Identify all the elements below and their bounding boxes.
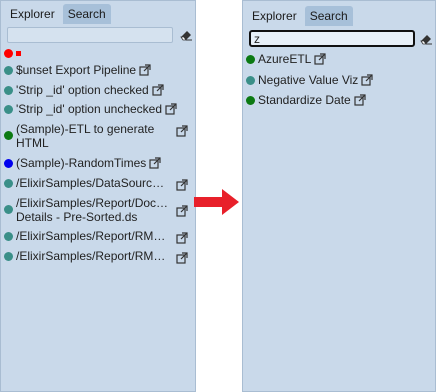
- status-dot: [4, 105, 13, 114]
- right-arrow-icon: [194, 189, 239, 215]
- list-item[interactable]: 'Strip _id' option checked: [1, 82, 195, 101]
- search-input[interactable]: [7, 27, 173, 43]
- item-label-wrap: /ElixirSamples/Report/Doc… Details - Pre…: [16, 196, 168, 224]
- search-input[interactable]: [249, 30, 415, 47]
- status-dot: [4, 205, 13, 214]
- list-item[interactable]: 'Strip _id' option unchecked: [1, 101, 195, 121]
- external-link-icon[interactable]: [361, 74, 373, 86]
- tab-explorer[interactable]: Explorer: [247, 6, 302, 26]
- list-item[interactable]: /ElixirSamples/Report/RML…: [1, 248, 195, 268]
- item-label[interactable]: /ElixirSamples/Report/RML…: [16, 228, 172, 244]
- item-label[interactable]: Negative Value Viz: [258, 72, 358, 88]
- external-link-icon[interactable]: [176, 125, 188, 137]
- list-item[interactable]: /ElixirSamples/Report/Doc… Details - Pre…: [1, 195, 195, 228]
- item-label[interactable]: (Sample)-RandomTimes: [16, 155, 146, 171]
- list-item[interactable]: (Sample)-ETL to generate HTML: [1, 121, 195, 155]
- external-link-icon[interactable]: [139, 64, 151, 76]
- top-status-row: [1, 48, 195, 62]
- status-dot: [246, 76, 255, 85]
- tab-search[interactable]: Search: [304, 6, 353, 26]
- external-link-icon[interactable]: [165, 103, 177, 115]
- list-item[interactable]: Standardize Date: [243, 92, 435, 112]
- list-item[interactable]: /ElixirSamples/DataSource…: [1, 175, 195, 195]
- status-dot: [246, 96, 255, 105]
- search-row: [243, 26, 435, 51]
- tab-search[interactable]: Search: [62, 4, 111, 24]
- item-label-wrap: (Sample)-ETL to generate HTML: [16, 122, 154, 150]
- eraser-icon[interactable]: [179, 28, 193, 42]
- external-link-icon[interactable]: [176, 205, 188, 217]
- item-label[interactable]: /ElixirSamples/DataSource…: [16, 175, 168, 191]
- tab-bar: Explorer Search: [1, 1, 195, 24]
- status-dot: [4, 66, 13, 75]
- item-label-continued[interactable]: HTML: [16, 136, 154, 150]
- left-search-panel: Explorer Search $unset Export Pipeline '…: [0, 0, 196, 392]
- external-link-icon[interactable]: [176, 232, 188, 244]
- item-label[interactable]: AzureETL: [258, 51, 311, 67]
- status-dot: [4, 49, 13, 58]
- external-link-icon[interactable]: [176, 179, 188, 191]
- status-dot: [4, 252, 13, 261]
- status-dot: [246, 55, 255, 64]
- right-search-panel: Explorer Search AzureETL Negative Value …: [242, 0, 436, 392]
- status-dot: [4, 86, 13, 95]
- item-label[interactable]: 'Strip _id' option checked: [16, 82, 149, 98]
- status-dot: [4, 232, 13, 241]
- external-link-icon[interactable]: [314, 53, 326, 65]
- list-item[interactable]: $unset Export Pipeline: [1, 62, 195, 82]
- item-label[interactable]: 'Strip _id' option unchecked: [16, 101, 162, 117]
- eraser-icon[interactable]: [419, 32, 433, 46]
- status-dot: [4, 159, 13, 168]
- status-square: [16, 51, 21, 56]
- external-link-icon[interactable]: [152, 84, 164, 96]
- item-label[interactable]: Standardize Date: [258, 92, 351, 108]
- result-list: AzureETL Negative Value Viz Standardize …: [243, 51, 435, 112]
- item-label[interactable]: /ElixirSamples/Report/Doc…: [16, 196, 168, 210]
- item-label[interactable]: /ElixirSamples/Report/RML…: [16, 248, 172, 264]
- tab-bar: Explorer Search: [243, 1, 435, 26]
- item-label-continued[interactable]: Details - Pre-Sorted.ds: [16, 210, 168, 224]
- list-item[interactable]: /ElixirSamples/Report/RML…: [1, 228, 195, 248]
- external-link-icon[interactable]: [354, 94, 366, 106]
- search-row: [1, 24, 195, 48]
- list-item[interactable]: AzureETL: [243, 51, 435, 72]
- list-item[interactable]: Negative Value Viz: [243, 72, 435, 92]
- external-link-icon[interactable]: [176, 252, 188, 264]
- list-item[interactable]: (Sample)-RandomTimes: [1, 155, 195, 175]
- status-dot: [4, 131, 13, 140]
- external-link-icon[interactable]: [149, 157, 161, 169]
- item-label[interactable]: (Sample)-ETL to generate: [16, 122, 154, 136]
- result-list: $unset Export Pipeline 'Strip _id' optio…: [1, 62, 195, 268]
- status-dot: [4, 179, 13, 188]
- item-label[interactable]: $unset Export Pipeline: [16, 62, 136, 78]
- tab-explorer[interactable]: Explorer: [5, 4, 60, 24]
